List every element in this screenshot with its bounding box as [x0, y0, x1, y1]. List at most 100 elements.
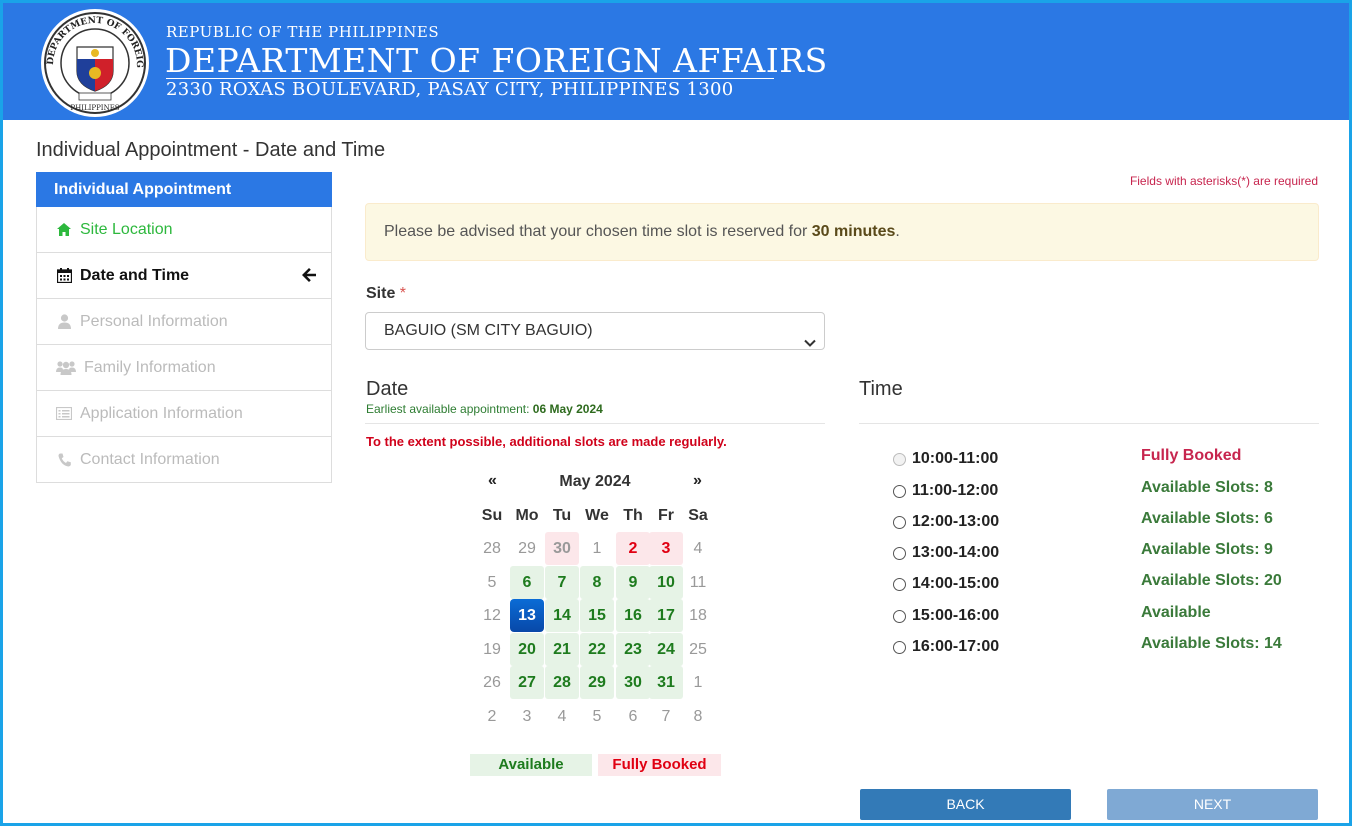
- time-slot-option: 10:00-11:00: [893, 449, 998, 469]
- required-asterisk: *: [399, 285, 407, 302]
- calendar-day: 28: [483, 540, 501, 557]
- time-slot-radio[interactable]: [893, 577, 906, 591]
- calendar-day: 1: [693, 674, 703, 692]
- earliest-label: Earliest available appointment:: [366, 402, 533, 416]
- home-icon: [55, 221, 73, 239]
- calendar-day[interactable]: 7: [545, 565, 579, 599]
- user-icon: [55, 313, 73, 331]
- sidebar-item-label: Date and Time: [80, 266, 190, 284]
- site-label-text: Site: [366, 285, 396, 302]
- calendar-day: 8: [693, 708, 703, 725]
- time-slot-option[interactable]: 14:00-15:00: [893, 574, 999, 594]
- header-republic: REPUBLIC OF THE PHILIPPINES: [166, 23, 440, 41]
- calendar-month-label[interactable]: May 2024: [535, 473, 655, 491]
- calendar-day[interactable]: 9: [616, 565, 650, 599]
- svg-text:PHILIPPINES: PHILIPPINES: [70, 104, 119, 112]
- calendar-day: 26: [483, 674, 501, 692]
- time-slot-option[interactable]: 15:00-16:00: [893, 606, 999, 626]
- calendar-day[interactable]: 6: [510, 565, 544, 599]
- sidebar-item-label: Contact Information: [80, 450, 220, 468]
- calendar-day: 7: [661, 708, 671, 725]
- calendar-day[interactable]: 28: [545, 666, 579, 700]
- calendar-day: 6: [628, 708, 638, 725]
- time-slot-label: 13:00-14:00: [912, 544, 1000, 561]
- weekday-header: Su: [481, 507, 503, 524]
- sidebar-heading: Individual Appointment: [36, 172, 332, 207]
- page-title: Individual Appointment - Date and Time: [36, 139, 386, 161]
- calendar-day[interactable]: 30: [616, 666, 650, 700]
- time-slot-status: Available Slots: 6: [1141, 510, 1273, 527]
- time-slot-radio[interactable]: [893, 546, 906, 560]
- reservation-alert: Please be advised that your chosen time …: [365, 203, 1319, 261]
- time-divider: [859, 423, 1319, 424]
- calendar-prev-button[interactable]: «: [488, 472, 497, 490]
- time-slot-radio[interactable]: [893, 515, 906, 529]
- site-select[interactable]: BAGUIO (SM CITY BAGUIO): [365, 312, 825, 350]
- time-slot-status: Available: [1141, 604, 1211, 621]
- calendar-day[interactable]: 27: [510, 666, 544, 700]
- time-slot-label: 11:00-12:00: [912, 482, 999, 499]
- calendar-day: 18: [689, 607, 707, 625]
- calendar-day: 3: [649, 532, 683, 565]
- calendar-day: 5: [592, 708, 602, 725]
- calendar-day[interactable]: 14: [545, 599, 579, 633]
- alert-duration: 30 minutes: [811, 223, 896, 240]
- time-slot-option[interactable]: 16:00-17:00: [893, 637, 999, 657]
- calendar-day[interactable]: 8: [580, 565, 614, 599]
- time-slot-radio[interactable]: [893, 484, 906, 498]
- sidebar-item-contact-information: Contact Information: [36, 437, 332, 483]
- header-address: 2330 ROXAS BOULEVARD, PASAY CITY, PHILIP…: [166, 79, 734, 100]
- calendar-day[interactable]: 10: [649, 565, 683, 599]
- calendar-day: 11: [689, 573, 707, 591]
- calendar-day[interactable]: 23: [616, 632, 650, 666]
- back-button[interactable]: BACK: [860, 789, 1071, 820]
- weekday-header: Fr: [658, 507, 674, 524]
- time-slot-radio[interactable]: [893, 609, 906, 623]
- sidebar-item-application-information: Application Information: [36, 391, 332, 437]
- calendar-day: 25: [689, 640, 707, 658]
- calendar-day[interactable]: 20: [510, 632, 544, 666]
- calendar-day[interactable]: 31: [649, 666, 683, 700]
- calendar-day[interactable]: 21: [545, 632, 579, 666]
- calendar-day: 4: [557, 708, 567, 725]
- arrow-left-icon: [301, 267, 317, 288]
- weekday-header: Th: [623, 507, 643, 524]
- list-icon: [55, 405, 73, 423]
- phone-icon: [55, 451, 73, 469]
- time-slot-label: 12:00-13:00: [912, 513, 1000, 530]
- calendar-day[interactable]: 22: [580, 632, 614, 666]
- calendar-icon: [55, 267, 73, 285]
- additional-slots-note: To the extent possible, additional slots…: [366, 434, 727, 449]
- calendar-next-button[interactable]: »: [693, 472, 702, 490]
- calendar-day-selected[interactable]: 13: [510, 599, 544, 633]
- sidebar-item-label: Application Information: [80, 404, 243, 422]
- calendar-day: 19: [483, 640, 501, 658]
- dfa-seal-icon: DEPARTMENT OF FOREIGN AFFAIRS PHILIPPINE…: [39, 7, 149, 117]
- time-slot-option[interactable]: 11:00-12:00: [893, 481, 998, 501]
- sidebar-item-site-location[interactable]: Site Location: [36, 207, 332, 253]
- weekday-header: We: [585, 507, 609, 524]
- calendar-day[interactable]: 29: [580, 666, 614, 700]
- sidebar-item-date-and-time[interactable]: Date and Time: [36, 253, 332, 299]
- time-slot-label: 10:00-11:00: [912, 450, 999, 467]
- sidebar-item-family-information: Family Information: [36, 345, 332, 391]
- calendar-day[interactable]: 24: [649, 632, 683, 666]
- next-button[interactable]: NEXT: [1107, 789, 1318, 820]
- calendar-day[interactable]: 17: [649, 599, 683, 633]
- calendar-day: 1: [592, 540, 602, 557]
- time-slot-option[interactable]: 13:00-14:00: [893, 543, 999, 563]
- calendar-day: 30: [545, 532, 579, 565]
- time-slot-option[interactable]: 12:00-13:00: [893, 512, 999, 532]
- alert-end: .: [895, 223, 900, 240]
- calendar-day: 4: [693, 540, 703, 557]
- time-slot-radio: [893, 452, 906, 466]
- sidebar-item-personal-information: Personal Information: [36, 299, 332, 345]
- time-slot-label: 16:00-17:00: [912, 638, 1000, 655]
- weekday-header: Tu: [552, 507, 572, 524]
- legend-available: Available: [470, 754, 592, 776]
- time-slot-radio[interactable]: [893, 640, 906, 654]
- calendar-day: 12: [483, 607, 501, 625]
- calendar-day[interactable]: 15: [580, 599, 614, 633]
- alert-text: Please be advised that your chosen time …: [384, 223, 812, 240]
- calendar-day[interactable]: 16: [616, 599, 650, 633]
